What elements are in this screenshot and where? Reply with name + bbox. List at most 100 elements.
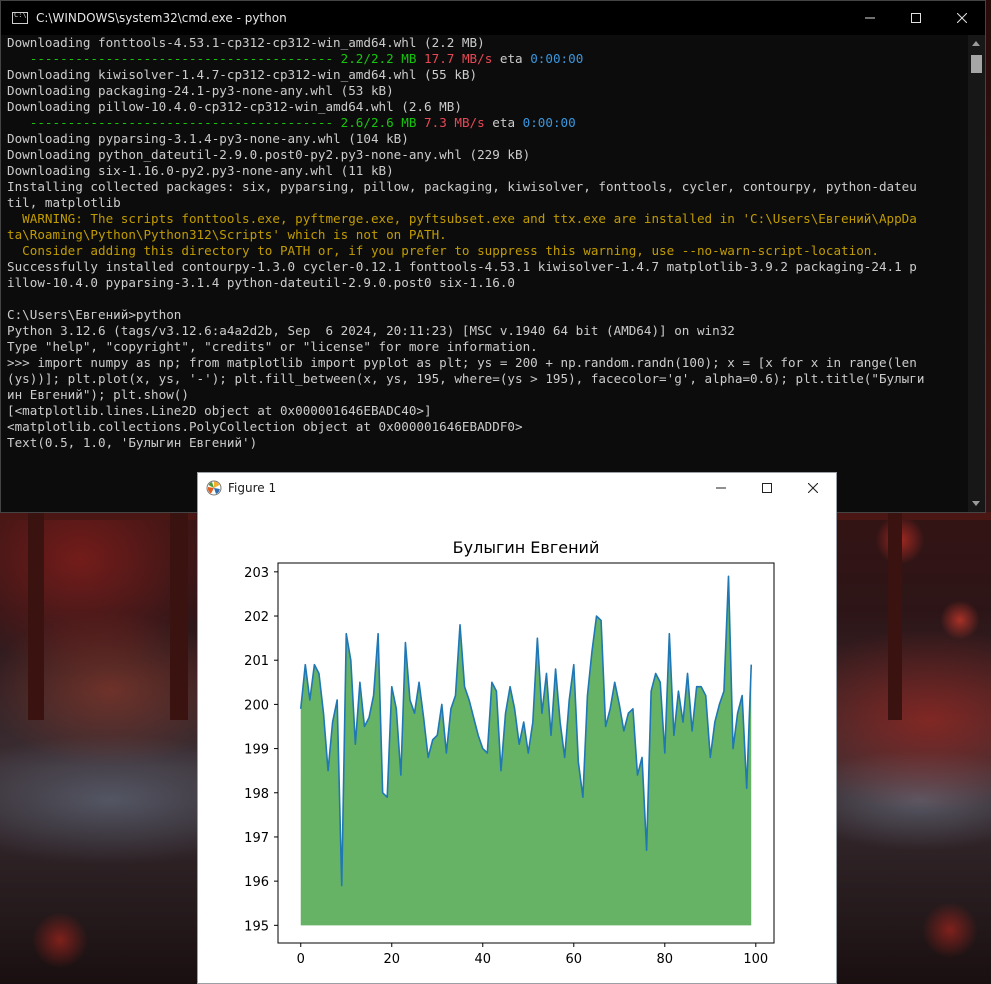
console-text: (ys))]; plt.plot(x, ys, '-'); plt.fill_b… [7, 371, 925, 386]
maximize-icon [762, 483, 772, 493]
console-text: til, matplotlib [7, 195, 121, 210]
console-text: ta\Roaming\Python\Python312\Scripts' whi… [7, 227, 447, 242]
x-tick-label: 0 [297, 952, 305, 967]
console-text: Successfully installed contourpy-1.3.0 c… [7, 259, 917, 274]
y-tick-label: 203 [244, 566, 269, 581]
console-line: Installing collected packages: six, pypa… [7, 179, 965, 195]
wallpaper-pillar [28, 510, 44, 720]
console-line: Downloading pillow-10.4.0-cp312-cp312-wi… [7, 99, 965, 115]
scrollbar-thumb[interactable] [971, 55, 982, 73]
y-tick-label: 200 [244, 698, 269, 713]
console-text: WARNING: The scripts fonttools.exe, pyft… [7, 211, 917, 226]
console-text: Type "help", "copyright", "credits" or "… [7, 339, 538, 354]
console-line: ----------------------------------------… [7, 115, 965, 131]
console-line: Downloading kiwisolver-1.4.7-cp312-cp312… [7, 67, 965, 83]
close-icon [808, 483, 818, 493]
console-text: Downloading six-1.16.0-py2.py3-none-any.… [7, 163, 394, 178]
console-text: <matplotlib.collections.PolyCollection o… [7, 419, 523, 434]
y-tick-label: 199 [244, 743, 269, 758]
console-text: ---------------------------------------- [7, 51, 341, 66]
console-text: ин Евгений"); plt.show() [7, 387, 189, 402]
chart-title: Булыгин Евгений [453, 538, 600, 557]
x-tick-label: 60 [566, 952, 583, 967]
console-text: Downloading kiwisolver-1.4.7-cp312-cp312… [7, 67, 478, 82]
console-line: Successfully installed contourpy-1.3.0 c… [7, 259, 965, 275]
minimize-icon [716, 487, 726, 489]
console-line: C:\Users\Евгений>python [7, 307, 965, 323]
figure-window-controls [698, 473, 836, 503]
console-text: eta [484, 115, 523, 130]
console-line: til, matplotlib [7, 195, 965, 211]
console-text: Text(0.5, 1.0, 'Булыгин Евгений') [7, 435, 258, 450]
console-text: [<matplotlib.lines.Line2D object at 0x00… [7, 403, 432, 418]
cmd-app-icon[interactable] [12, 11, 28, 24]
console-line: Type "help", "copyright", "credits" or "… [7, 339, 965, 355]
console-text: 7.3 MB/s [424, 115, 485, 130]
cmd-console-output[interactable]: Downloading fonttools-4.53.1-cp312-cp312… [7, 35, 965, 512]
y-tick-label: 201 [244, 654, 269, 669]
figure-window[interactable]: Figure 1 Булыгин Евгений 0 20 40 60 80 100 19… [197, 472, 837, 984]
cmd-scrollbar[interactable] [968, 35, 985, 512]
console-line: ин Евгений"); plt.show() [7, 387, 965, 403]
scroll-up-arrow-icon[interactable] [972, 41, 980, 46]
console-text: 17.7 MB/s [424, 51, 493, 66]
console-line: Downloading six-1.16.0-py2.py3-none-any.… [7, 163, 965, 179]
y-tick-label: 195 [244, 919, 269, 934]
y-tick-label: 196 [244, 875, 269, 890]
console-line: Downloading python_dateutil-2.9.0.post0-… [7, 147, 965, 163]
figure-titlebar[interactable]: Figure 1 [198, 473, 836, 503]
cmd-window[interactable]: C:\WINDOWS\system32\cmd.exe - python Dow… [0, 0, 986, 513]
console-line: ta\Roaming\Python\Python312\Scripts' whi… [7, 227, 965, 243]
close-button[interactable] [939, 1, 985, 35]
x-tick-label: 80 [657, 952, 674, 967]
console-text: Downloading pyparsing-3.1.4-py3-none-any… [7, 131, 409, 146]
console-line: Downloading pyparsing-3.1.4-py3-none-any… [7, 131, 965, 147]
console-line: Consider adding this directory to PATH o… [7, 243, 965, 259]
wallpaper-beam [836, 512, 991, 520]
wallpaper-pillar [888, 510, 902, 720]
console-text: 2.6/2.6 MB [340, 115, 425, 130]
cmd-titlebar[interactable]: C:\WINDOWS\system32\cmd.exe - python [1, 1, 985, 35]
console-text: illow-10.4.0 pyparsing-3.1.4 python-date… [7, 275, 515, 290]
wallpaper-pillar [170, 510, 188, 720]
console-line: Downloading fonttools-4.53.1-cp312-cp312… [7, 35, 965, 51]
close-icon [957, 13, 967, 23]
y-tick-label: 202 [244, 610, 269, 625]
maximize-button[interactable] [744, 473, 790, 503]
console-text: Python 3.12.6 (tags/v3.12.6:a4a2d2b, Sep… [7, 323, 735, 338]
minimize-icon [865, 17, 875, 19]
maximize-button[interactable] [893, 1, 939, 35]
chart: Булыгин Евгений 0 20 40 60 80 100 195 196 197 19… [244, 538, 775, 967]
x-tick-label: 100 [743, 952, 768, 967]
console-text: 0:00:00 [530, 51, 584, 66]
console-text: >>> import numpy as np; from matplotlib … [7, 355, 917, 370]
console-line: (ys))]; plt.plot(x, ys, '-'); plt.fill_b… [7, 371, 965, 387]
fill-between-area [300, 576, 752, 926]
minimize-button[interactable] [698, 473, 744, 503]
minimize-button[interactable] [847, 1, 893, 35]
console-text: Downloading pillow-10.4.0-cp312-cp312-wi… [7, 99, 462, 114]
console-text: ---------------------------------------- [7, 115, 341, 130]
figure-canvas[interactable]: Булыгин Евгений 0 20 40 60 80 100 195 196 197 19… [198, 503, 836, 983]
console-line: illow-10.4.0 pyparsing-3.1.4 python-date… [7, 275, 965, 291]
scroll-down-arrow-icon[interactable] [972, 501, 980, 506]
x-tick-label: 20 [383, 952, 400, 967]
console-text: Downloading python_dateutil-2.9.0.post0-… [7, 147, 531, 162]
close-button[interactable] [790, 473, 836, 503]
console-text: C:\Users\Евгений>python [7, 307, 182, 322]
console-line: [<matplotlib.lines.Line2D object at 0x00… [7, 403, 965, 419]
console-line: Text(0.5, 1.0, 'Булыгин Евгений') [7, 435, 965, 451]
console-text: 2.2/2.2 MB [340, 51, 425, 66]
y-tick-label: 197 [244, 831, 269, 846]
console-line: Python 3.12.6 (tags/v3.12.6:a4a2d2b, Sep… [7, 323, 965, 339]
console-line: <matplotlib.collections.PolyCollection o… [7, 419, 965, 435]
console-line: >>> import numpy as np; from matplotlib … [7, 355, 965, 371]
console-text: Installing collected packages: six, pypa… [7, 179, 917, 194]
console-text: Downloading packaging-24.1-py3-none-any.… [7, 83, 394, 98]
x-tick-label: 40 [474, 952, 491, 967]
matplotlib-logo-icon [206, 480, 222, 496]
figure-window-title: Figure 1 [228, 481, 277, 495]
console-text: eta [492, 51, 531, 66]
console-text: 0:00:00 [522, 115, 576, 130]
